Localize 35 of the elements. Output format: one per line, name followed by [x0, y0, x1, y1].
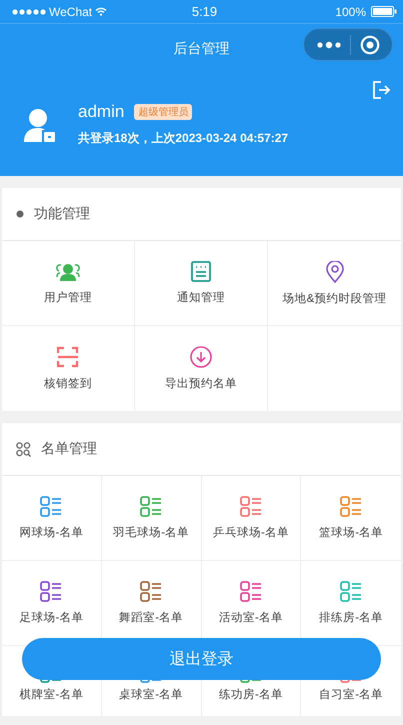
list-item-link[interactable]: 练功房-名单: [218, 687, 283, 702]
section-title: 功能管理: [34, 205, 90, 223]
battery-icon: [371, 6, 397, 17]
carrier-label: WeChat: [49, 4, 92, 18]
role-badge: 超级管理员: [134, 104, 192, 120]
list-item-link[interactable]: 舞蹈室-名单: [119, 610, 184, 625]
login-info: 共登录18次，上次2023-03-24 04:57:27: [78, 130, 288, 147]
list-item-link[interactable]: 羽毛球场-名单: [113, 525, 190, 540]
list-item-link[interactable]: 乒乓球场-名单: [212, 525, 289, 540]
avatar-icon: [24, 108, 56, 142]
list-item-link[interactable]: 棋牌室-名单: [19, 687, 84, 702]
list-item-link[interactable]: 自习室-名单: [319, 687, 384, 702]
logout-icon[interactable]: [371, 80, 391, 100]
wifi-icon: [95, 7, 108, 16]
page-title: 后台管理: [174, 40, 230, 58]
grid-icon: [16, 442, 31, 456]
list-item-link[interactable]: 篮球场-名单: [319, 525, 384, 540]
more-icon[interactable]: [316, 40, 340, 48]
user-name: admin: [78, 102, 124, 122]
function-item[interactable]: 通知管理: [135, 241, 268, 326]
list-item-link[interactable]: 足球场-名单: [19, 610, 84, 625]
dot-icon: [16, 210, 24, 218]
signal-icon: [12, 8, 46, 14]
capsule-menu[interactable]: [303, 28, 393, 61]
battery-percent: 100%: [335, 4, 366, 18]
list-item-link[interactable]: 网球场-名单: [19, 525, 84, 540]
function-item[interactable]: 场地&预约时段管理: [268, 241, 401, 326]
function-item[interactable]: 导出预约名单: [135, 326, 268, 411]
list-item-link[interactable]: 排练房-名单: [319, 610, 384, 625]
status-time: 5:19: [192, 4, 218, 19]
function-item[interactable]: 用户管理: [2, 241, 135, 326]
list-item-link[interactable]: 活动室-名单: [218, 610, 283, 625]
function-item[interactable]: 核销签到: [2, 326, 135, 411]
list-item-link[interactable]: 桌球室-名单: [119, 687, 184, 702]
section-title: 名单管理: [41, 440, 97, 458]
